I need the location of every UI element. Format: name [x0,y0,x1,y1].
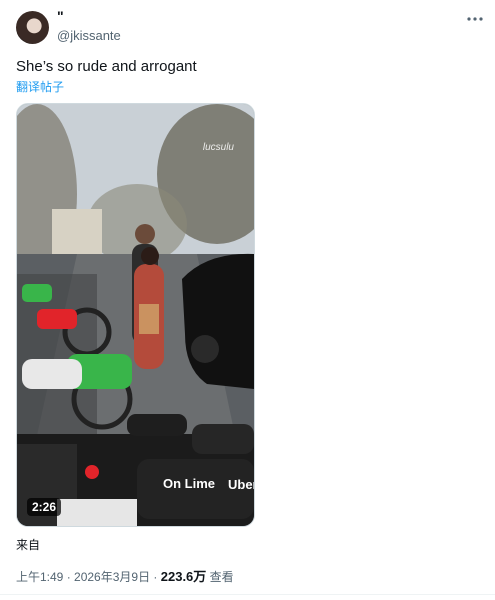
video-duration-badge: 2:26 [27,498,62,516]
divider [0,594,495,595]
video-watermark: lucsulu [202,142,234,153]
avatar[interactable] [16,11,49,44]
video-player[interactable]: lucsulu On Lime Uber 2:26 [16,103,255,527]
tweet-date[interactable]: 2026年3月9日 [74,570,150,584]
tweet-time[interactable]: 上午1:49 [16,570,63,584]
bike-brand-label-1: On Lime [163,476,216,491]
translate-post-link[interactable]: 翻译帖子 [16,78,64,95]
meta-separator: · [150,570,161,584]
source-label: 来自 [16,538,41,552]
video-thumbnail [17,104,254,526]
author-handle[interactable]: @jkissante [57,28,121,43]
author-display-name[interactable]: " [57,8,64,24]
bike-brand-label-2: Uber [228,477,255,492]
more-horizontal-icon [467,17,483,21]
meta-separator: · [63,570,75,584]
view-count: 223.6万 [160,569,207,584]
more-options-button[interactable] [465,10,485,28]
tweet-metadata: 上午1:49 · 2026年3月9日 · 223.6万 查看 [16,566,234,585]
tweet-text: She’s so rude and arrogant [16,58,197,75]
view-count-label: 查看 [206,570,234,584]
